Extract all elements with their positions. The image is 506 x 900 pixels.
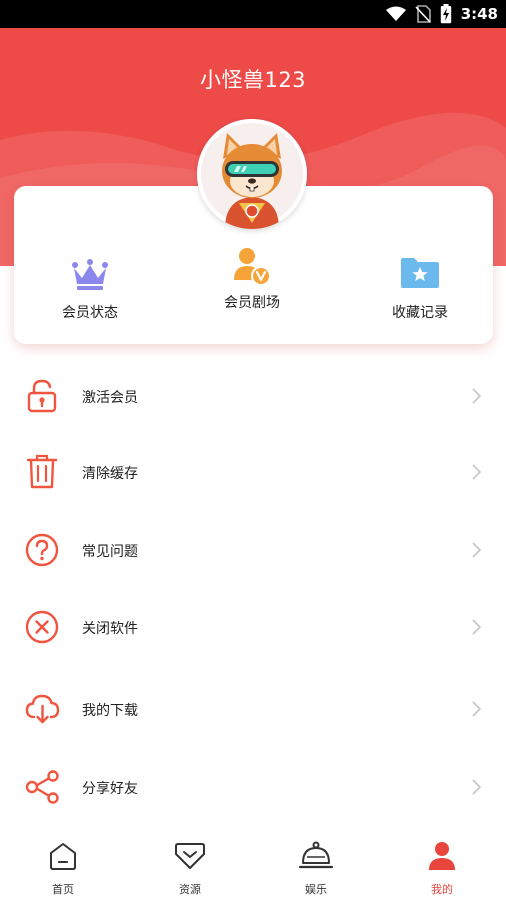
avatar[interactable] bbox=[197, 119, 307, 229]
question-icon bbox=[25, 533, 59, 567]
card-item-member-status[interactable]: 会员状态 bbox=[30, 248, 150, 322]
card-item-member-theater[interactable]: 会员剧场 bbox=[192, 242, 312, 312]
nav-item-label: 我的 bbox=[431, 884, 453, 896]
cloud-download-icon bbox=[25, 694, 60, 724]
card-item-label: 会员剧场 bbox=[224, 294, 280, 310]
menu-item-close-app[interactable]: 关闭软件 bbox=[0, 597, 506, 657]
chevron-right-icon bbox=[472, 779, 482, 795]
menu-item-faq[interactable]: 常见问题 bbox=[0, 520, 506, 580]
menu-item-share-friends[interactable]: 分享好友 bbox=[0, 757, 506, 817]
wifi-icon bbox=[385, 6, 406, 21]
unlock-icon bbox=[27, 379, 57, 413]
no-sim-icon bbox=[415, 5, 431, 23]
menu-item-label: 关闭软件 bbox=[82, 620, 138, 636]
home-icon bbox=[50, 843, 76, 870]
cloche-icon bbox=[299, 841, 333, 869]
share-icon bbox=[25, 770, 59, 804]
nav-item-label: 资源 bbox=[179, 884, 201, 896]
trash-icon bbox=[26, 454, 58, 489]
star-folder-icon bbox=[401, 258, 439, 288]
card-item-label: 会员状态 bbox=[62, 304, 118, 320]
shiba-avatar-image bbox=[197, 119, 307, 229]
nav-item-resources[interactable]: 资源 bbox=[150, 840, 230, 897]
chevron-right-icon bbox=[472, 388, 482, 404]
menu-item-activate-member[interactable]: 激活会员 bbox=[0, 366, 506, 426]
card-item-favorites[interactable]: 收藏记录 bbox=[360, 246, 480, 322]
close-circle-icon bbox=[25, 610, 59, 644]
nav-item-label: 首页 bbox=[52, 884, 74, 896]
status-time: 3:48 bbox=[460, 5, 498, 23]
menu-item-label: 我的下载 bbox=[82, 702, 138, 718]
nav-item-home[interactable]: 首页 bbox=[23, 840, 103, 897]
username: 小怪兽123 bbox=[199, 68, 307, 92]
status-bar: 3:48 bbox=[0, 0, 506, 28]
nav-item-label: 娱乐 bbox=[305, 884, 327, 896]
menu-item-label: 清除缓存 bbox=[82, 465, 138, 481]
battery-charging-icon bbox=[440, 4, 451, 24]
crown-icon bbox=[72, 259, 108, 290]
nav-item-entertainment[interactable]: 娱乐 bbox=[276, 840, 356, 897]
chevron-right-icon bbox=[472, 464, 482, 480]
chevron-right-icon bbox=[472, 619, 482, 635]
card-item-label: 收藏记录 bbox=[392, 304, 448, 320]
menu-item-clear-cache[interactable]: 清除缓存 bbox=[0, 442, 506, 502]
bottom-nav: 首页 资源 娱乐 我的 bbox=[0, 830, 506, 900]
user-icon bbox=[429, 842, 455, 870]
resource-icon bbox=[175, 843, 205, 869]
menu-item-label: 激活会员 bbox=[82, 389, 138, 405]
nav-item-mine[interactable]: 我的 bbox=[402, 840, 482, 897]
menu-item-label: 分享好友 bbox=[82, 780, 138, 796]
chevron-right-icon bbox=[472, 701, 482, 717]
menu-item-my-downloads[interactable]: 我的下载 bbox=[0, 679, 506, 739]
chevron-right-icon bbox=[472, 542, 482, 558]
menu-item-label: 常见问题 bbox=[82, 543, 138, 559]
vip-user-icon bbox=[234, 248, 271, 286]
